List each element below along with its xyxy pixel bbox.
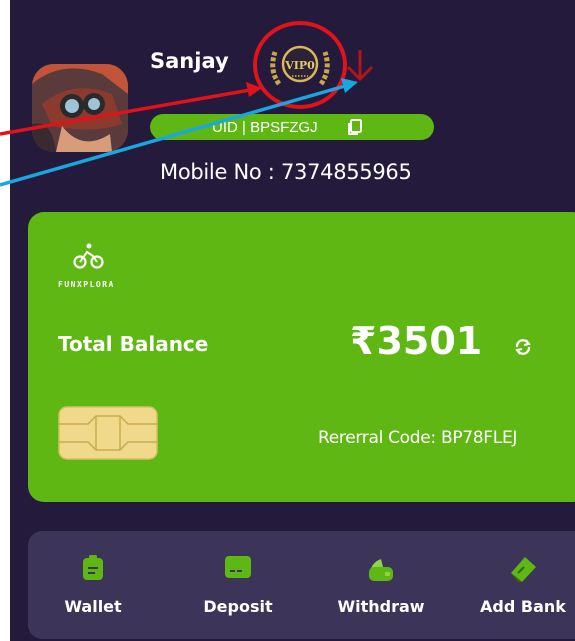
download-icon[interactable] <box>340 46 380 86</box>
bicycle-logo-icon <box>73 243 104 269</box>
uid-pill: UID | BPSFZGJ <box>150 114 434 140</box>
app-screen: Sanjay VIP0 UID | BPSFZGJ Mobile No : 73… <box>10 0 575 641</box>
wallet-button[interactable]: Wallet <box>28 531 158 639</box>
wallet-label: Wallet <box>64 597 122 616</box>
wallet-icon <box>83 555 103 580</box>
deposit-label: Deposit <box>203 597 273 616</box>
total-balance-amount: ₹3501 <box>350 319 483 363</box>
withdraw-icon <box>369 559 393 581</box>
balance-card: FUNXPLORA Total Balance ₹3501 Rererral C… <box>28 212 575 502</box>
copy-icon[interactable] <box>346 118 364 136</box>
brand-name: FUNXPLORA <box>58 280 115 289</box>
vip-badge-text: VIP0 <box>284 59 315 72</box>
mobile-number: Mobile No : 7374855965 <box>160 160 412 184</box>
deposit-button[interactable]: Deposit <box>173 531 303 639</box>
add-bank-label: Add Bank <box>480 597 566 616</box>
withdraw-button[interactable]: Withdraw <box>316 531 446 639</box>
avatar[interactable] <box>32 64 128 152</box>
card-chip-icon <box>58 406 158 460</box>
vip-badge[interactable]: VIP0 <box>265 34 335 98</box>
withdraw-label: Withdraw <box>337 597 425 616</box>
deposit-card-icon <box>225 556 251 578</box>
action-bar: Wallet Deposit Withdraw Add Bank <box>28 531 575 639</box>
uid-text: UID | BPSFZGJ <box>212 118 318 136</box>
referral-code: Rererral Code: BP78FLEJ <box>318 428 518 448</box>
total-balance-label: Total Balance <box>58 332 209 356</box>
vip-laurel-icon: VIP0 <box>270 45 330 86</box>
avatar-image <box>32 64 128 152</box>
refresh-icon[interactable] <box>512 336 534 358</box>
username: Sanjay <box>150 49 229 73</box>
add-bank-button[interactable]: Add Bank <box>458 531 575 639</box>
add-bank-icon <box>511 557 536 582</box>
